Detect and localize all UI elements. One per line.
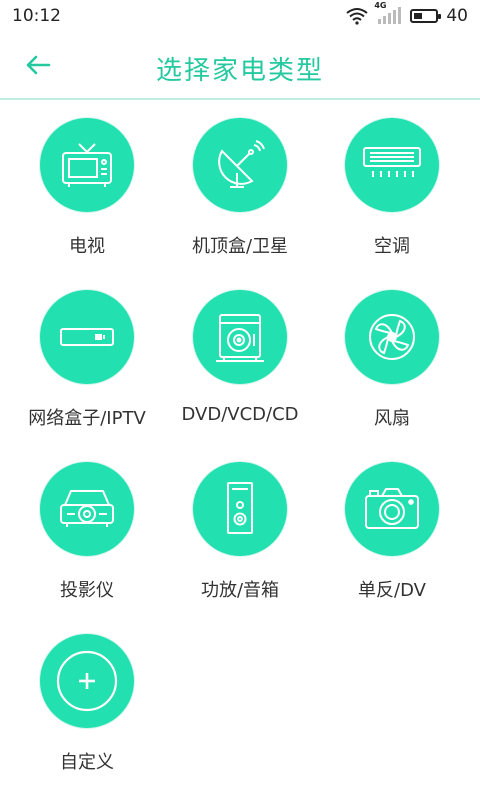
satellite-dish-icon [212,137,268,193]
tv-icon [59,140,115,190]
fan-icon [366,311,418,363]
device-item-tv[interactable]: 电视 [7,118,167,278]
header-bar: 选择家电类型 [0,32,480,100]
air-conditioner-icon [361,145,423,185]
device-item-dvd[interactable]: DVD/VCD/CD [160,290,320,450]
device-item-network-box[interactable]: 网络盒子/IPTV [7,290,167,450]
device-circle [40,118,134,212]
device-item-air-conditioner[interactable]: 空调 [312,118,472,278]
device-circle [40,290,134,384]
status-time: 10:12 [12,6,61,26]
device-circle [345,462,439,556]
battery-percent: 40 [446,6,468,26]
device-circle [345,118,439,212]
device-label: 功放/音箱 [200,580,280,601]
camera-icon [362,484,422,534]
device-item-fan[interactable]: 风扇 [312,290,472,450]
device-circle [40,462,134,556]
device-label: 电视 [69,236,105,257]
device-circle [193,290,287,384]
device-label: 网络盒子/IPTV [28,408,146,429]
dvd-player-icon [212,309,268,365]
network-box-icon [58,325,116,349]
status-bar: 10:12 4G 40 [0,0,480,32]
device-label: 空调 [374,236,410,257]
device-circle [193,462,287,556]
device-item-custom[interactable]: 自定义 [7,634,167,794]
device-label: 自定义 [60,752,114,773]
page-title: 选择家电类型 [155,56,324,86]
device-item-set-top-box[interactable]: 机顶盒/卫星 [160,118,320,278]
battery-fill [414,13,423,19]
speaker-icon [220,479,260,539]
device-label: 风扇 [374,408,410,429]
wifi-icon [346,7,368,25]
projector-icon [57,485,117,533]
status-icons: 4G 40 [346,1,468,26]
device-label: 机顶盒/卫星 [191,236,289,257]
device-item-camera[interactable]: 单反/DV [312,462,472,622]
plus-icon [55,649,119,713]
device-label: DVD/VCD/CD [181,404,299,425]
signal-icon: 4G [374,1,402,25]
device-item-speaker[interactable]: 功放/音箱 [160,462,320,622]
network-type-label: 4G [374,1,387,10]
battery-icon [410,9,442,23]
device-circle [193,118,287,212]
device-item-projector[interactable]: 投影仪 [7,462,167,622]
device-label: 单反/DV [358,580,426,601]
device-circle [345,290,439,384]
device-label: 投影仪 [60,580,114,601]
device-circle [40,634,134,728]
